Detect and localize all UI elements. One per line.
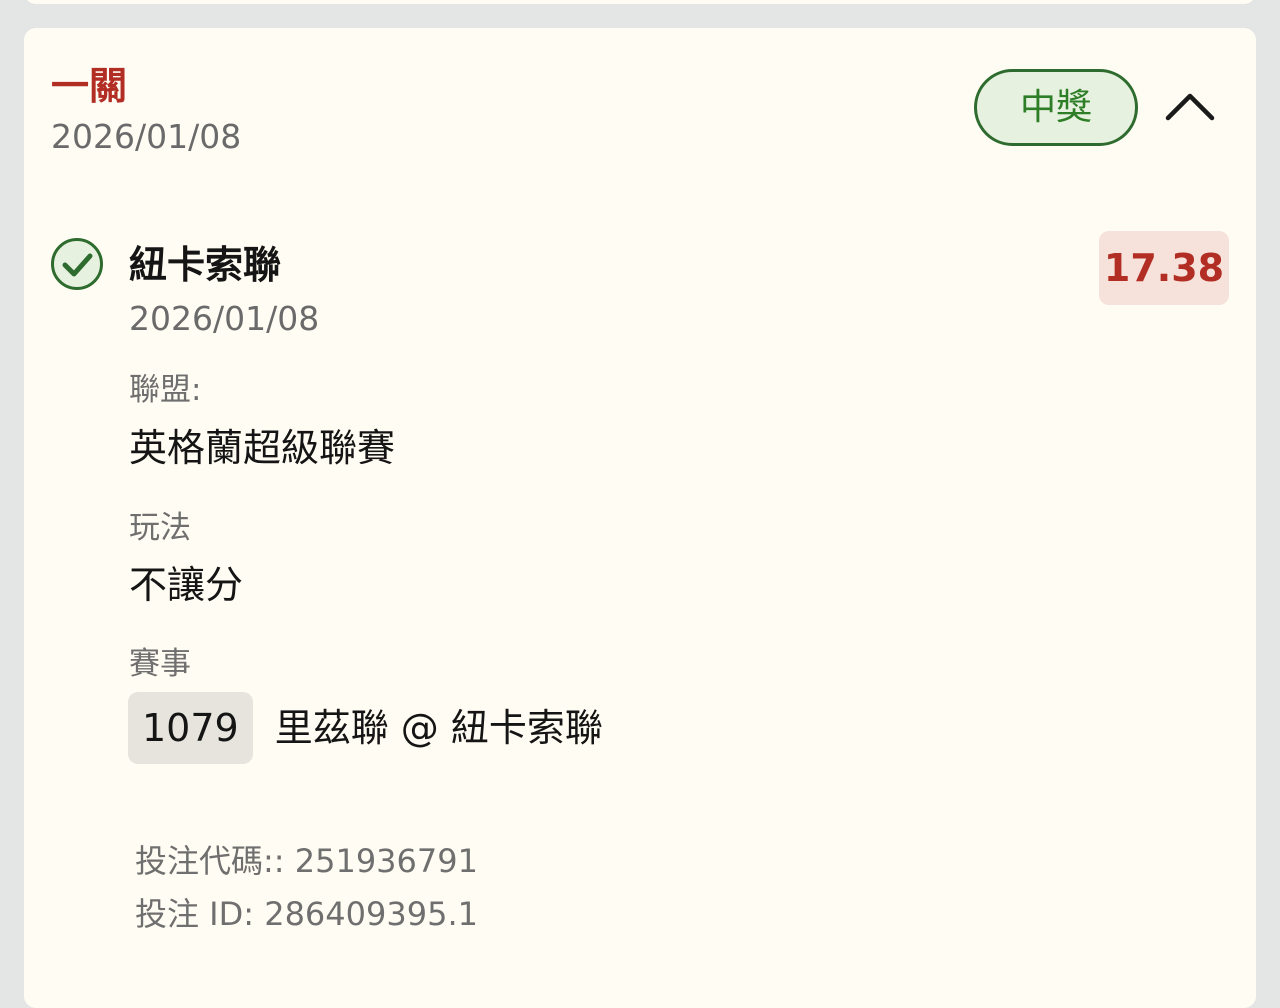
previous-card-edge [24, 0, 1256, 4]
market-value: 不讓分 [129, 563, 244, 607]
selection-date: 2026/01/08 [129, 299, 320, 338]
collapse-button[interactable] [1162, 80, 1218, 136]
bet-code: 投注代碼:: 251936791 [135, 842, 478, 880]
check-circle-icon [50, 237, 104, 291]
bet-id: 投注 ID: 286409395.1 [135, 895, 478, 933]
league-value: 英格蘭超級聯賽 [129, 426, 396, 470]
bet-date: 2026/01/08 [51, 117, 242, 156]
odds-badge: 17.38 [1099, 231, 1229, 305]
bet-type-title: 一關 [51, 64, 128, 108]
market-label: 玩法 [129, 510, 191, 546]
event-number-badge: 1079 [128, 692, 253, 764]
event-row: 1079 里茲聯 @ 紐卡索聯 [128, 692, 603, 764]
chevron-up-icon [1165, 93, 1215, 121]
event-name: 里茲聯 @ 紐卡索聯 [274, 706, 603, 750]
event-label: 賽事 [129, 646, 191, 682]
bet-card: 一關 2026/01/08 中獎 紐卡索聯 2026/01/08 17.38 聯… [24, 28, 1256, 1008]
selection-name: 紐卡索聯 [129, 243, 282, 287]
status-badge: 中獎 [974, 69, 1138, 146]
league-label: 聯盟: [129, 372, 202, 408]
